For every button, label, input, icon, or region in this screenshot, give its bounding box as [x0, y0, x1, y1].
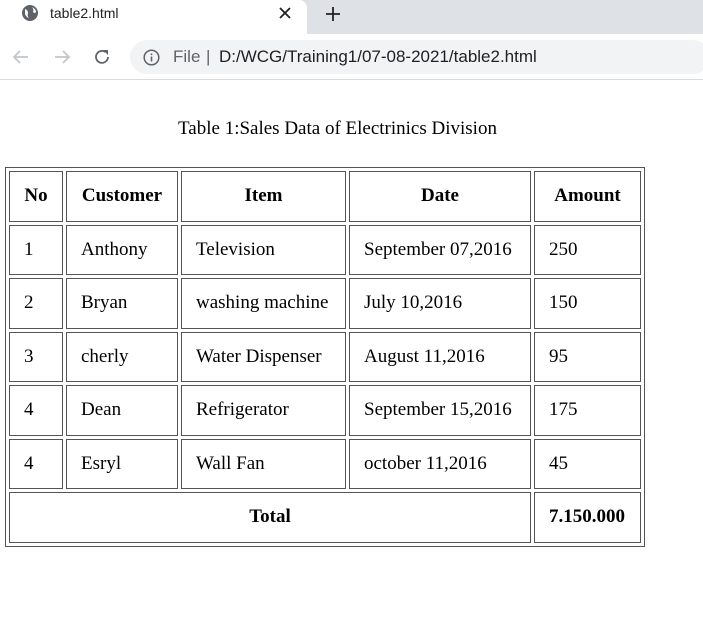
table-row: 3 cherly Water Dispenser August 11,2016 …: [9, 331, 641, 382]
browser-tab[interactable]: table2.html: [0, 0, 307, 34]
tab-title: table2.html: [50, 5, 119, 21]
table-caption: Table 1:Sales Data of Electrinics Divisi…: [178, 118, 497, 139]
header-item: Item: [181, 171, 346, 222]
cell-item: Refrigerator: [181, 385, 346, 436]
close-icon[interactable]: [275, 3, 295, 23]
cell-date: August 11,2016: [349, 331, 531, 382]
back-arrow-icon[interactable]: [9, 45, 33, 69]
browser-toolbar: File | D:/WCG/Training1/07-08-2021/table…: [0, 34, 703, 80]
table-row: 2 Bryan washing machine July 10,2016 150: [9, 278, 641, 329]
table-header-row: No Customer Item Date Amount: [9, 171, 641, 222]
total-value: 7.150.000: [534, 492, 641, 543]
total-label: Total: [9, 492, 531, 543]
cell-customer: Bryan: [66, 278, 178, 329]
cell-no: 3: [9, 331, 63, 382]
cell-date: october 11,2016: [349, 438, 531, 489]
cell-no: 2: [9, 278, 63, 329]
cell-amount: 95: [534, 331, 641, 382]
header-amount: Amount: [534, 171, 641, 222]
table-total-row: Total 7.150.000: [9, 492, 641, 543]
new-tab-icon[interactable]: [322, 3, 344, 25]
sales-table: No Customer Item Date Amount 1 Anthony T…: [5, 167, 645, 547]
cell-amount: 45: [534, 438, 641, 489]
cell-no: 4: [9, 385, 63, 436]
cell-date: September 07,2016: [349, 224, 531, 275]
cell-item: Wall Fan: [181, 438, 346, 489]
url-text[interactable]: D:/WCG/Training1/07-08-2021/table2.html: [219, 46, 537, 68]
cell-date: July 10,2016: [349, 278, 531, 329]
cell-customer: Dean: [66, 385, 178, 436]
scheme-label: File: [173, 47, 201, 66]
omnibox-separator: |: [206, 47, 211, 66]
header-no: No: [9, 171, 63, 222]
table-row: 4 Esryl Wall Fan october 11,2016 45: [9, 438, 641, 489]
cell-no: 4: [9, 438, 63, 489]
cell-no: 1: [9, 224, 63, 275]
header-date: Date: [349, 171, 531, 222]
globe-icon: [21, 4, 39, 22]
cell-customer: Anthony: [66, 224, 178, 275]
cell-item: Water Dispenser: [181, 331, 346, 382]
tab-strip: table2.html: [0, 0, 703, 34]
cell-item: washing machine: [181, 278, 346, 329]
table-row: 4 Dean Refrigerator September 15,2016 17…: [9, 385, 641, 436]
cell-amount: 175: [534, 385, 641, 436]
table-row: 1 Anthony Television September 07,2016 2…: [9, 224, 641, 275]
reload-icon[interactable]: [90, 45, 114, 69]
cell-amount: 150: [534, 278, 641, 329]
cell-customer: Esryl: [66, 438, 178, 489]
address-bar[interactable]: File | D:/WCG/Training1/07-08-2021/table…: [130, 40, 703, 74]
cell-customer: cherly: [66, 331, 178, 382]
info-icon[interactable]: [143, 49, 160, 66]
header-customer: Customer: [66, 171, 178, 222]
cell-amount: 250: [534, 224, 641, 275]
cell-item: Television: [181, 224, 346, 275]
cell-date: September 15,2016: [349, 385, 531, 436]
forward-arrow-icon[interactable]: [50, 45, 74, 69]
